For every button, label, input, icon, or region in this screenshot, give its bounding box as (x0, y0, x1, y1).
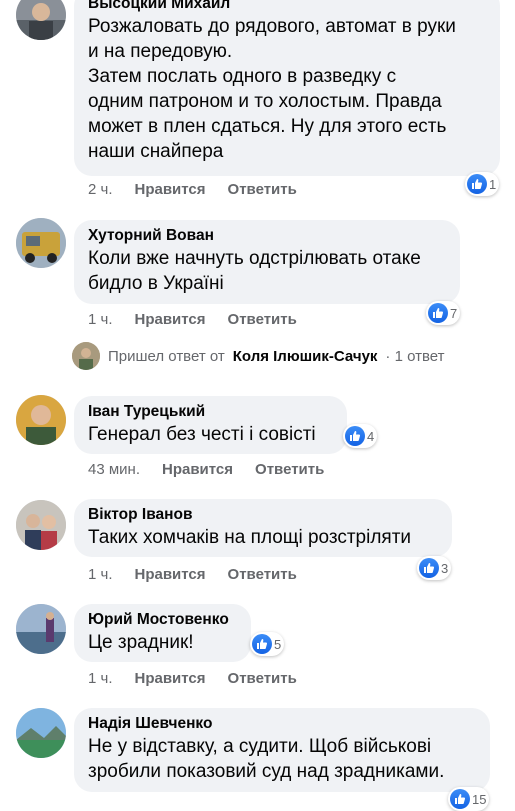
comment-actions: 2 ч. Нравится Ответить (88, 180, 297, 200)
reaction-count: 7 (450, 305, 458, 321)
comment-author[interactable]: Юрий Мостовенко (88, 610, 237, 630)
like-button[interactable]: Нравится (135, 565, 206, 585)
view-replies-link[interactable]: Пришел ответ от Коля Ілюшик-Сачук · 1 от… (72, 342, 445, 370)
thumbs-up-icon (467, 174, 487, 194)
comment-time[interactable]: 1 ч. (88, 310, 113, 330)
avatar[interactable] (16, 395, 66, 445)
avatar[interactable] (16, 500, 66, 550)
reply-count: · 1 ответ (385, 347, 445, 365)
comment-text: Генерал без честі і совісті (88, 424, 316, 445)
comment-author[interactable]: Надія Шевченко (88, 714, 476, 734)
comment-time[interactable]: 43 мин. (88, 460, 140, 480)
comment-text: Коли вже начнуть одстрілювать отаке бидл… (88, 248, 421, 294)
comment-text: Це зрадник! (88, 632, 194, 653)
reaction-badge[interactable]: 15 (448, 787, 490, 811)
reaction-badge[interactable]: 3 (417, 556, 452, 580)
thumbs-up-icon (252, 634, 272, 654)
comment-time[interactable]: 1 ч. (88, 669, 113, 689)
reaction-badge[interactable]: 4 (343, 424, 378, 448)
comment-bubble: Іван Турецький Генерал без честі і совіс… (74, 396, 347, 454)
reaction-count: 3 (441, 560, 449, 576)
reaction-badge[interactable]: 5 (250, 632, 285, 656)
comment-author[interactable]: Віктор Іванов (88, 505, 438, 525)
reply-button[interactable]: Ответить (228, 180, 297, 200)
thumbs-up-icon (419, 558, 439, 578)
reply-button[interactable]: Ответить (255, 460, 324, 480)
like-button[interactable]: Нравится (135, 669, 206, 689)
avatar[interactable] (16, 604, 66, 654)
comment-bubble: Высоцкий Михаил Розжаловать до рядового,… (74, 0, 500, 176)
like-button[interactable]: Нравится (162, 460, 233, 480)
comment-author[interactable]: Хуторний Вован (88, 226, 446, 246)
comment-time[interactable]: 2 ч. (88, 180, 113, 200)
reaction-count: 5 (274, 636, 282, 652)
avatar[interactable] (16, 0, 66, 40)
thumbs-up-icon (428, 303, 448, 323)
comment-actions: 43 мин. Нравится Ответить (88, 460, 324, 480)
reply-button[interactable]: Ответить (228, 669, 297, 689)
comment-bubble: Надія Шевченко Не у відставку, а судити.… (74, 708, 490, 792)
reaction-badge[interactable]: 7 (426, 301, 461, 325)
thumbs-up-icon (450, 789, 470, 809)
reply-avatar (72, 342, 100, 370)
comment-text: Розжаловать до рядового, автомат в руки … (88, 16, 456, 162)
reply-button[interactable]: Ответить (228, 310, 297, 330)
comment-actions: 1 ч. Нравится Ответить (88, 310, 297, 330)
comment-author[interactable]: Высоцкий Михаил (88, 0, 486, 14)
comment-actions: 1 ч. Нравится Ответить (88, 669, 297, 689)
comment-text: Не у відставку, а судити. Щоб військові … (88, 736, 445, 782)
comment-actions: 1 ч. Нравится Ответить (88, 565, 297, 585)
like-button[interactable]: Нравится (135, 180, 206, 200)
thumbs-up-icon (345, 426, 365, 446)
comment-bubble: Юрий Мостовенко Це зрадник! (74, 604, 251, 662)
comment-author[interactable]: Іван Турецький (88, 402, 333, 422)
comment-bubble: Віктор Іванов Таких хомчаків на площі ро… (74, 499, 452, 557)
reaction-count: 15 (472, 791, 487, 807)
like-button[interactable]: Нравится (135, 310, 206, 330)
reply-author[interactable]: Коля Ілюшик-Сачук (233, 348, 378, 365)
comment-time[interactable]: 1 ч. (88, 565, 113, 585)
reaction-badge[interactable]: 1 (465, 172, 500, 196)
reaction-count: 1 (489, 176, 497, 192)
reply-button[interactable]: Ответить (228, 565, 297, 585)
reaction-count: 4 (367, 428, 375, 444)
comment-text: Таких хомчаків на площі розстріляти (88, 527, 412, 548)
reply-prefix: Пришел ответ от (108, 347, 225, 365)
avatar[interactable] (16, 708, 66, 758)
comment-bubble: Хуторний Вован Коли вже начнуть одстрілю… (74, 220, 460, 304)
avatar[interactable] (16, 218, 66, 268)
